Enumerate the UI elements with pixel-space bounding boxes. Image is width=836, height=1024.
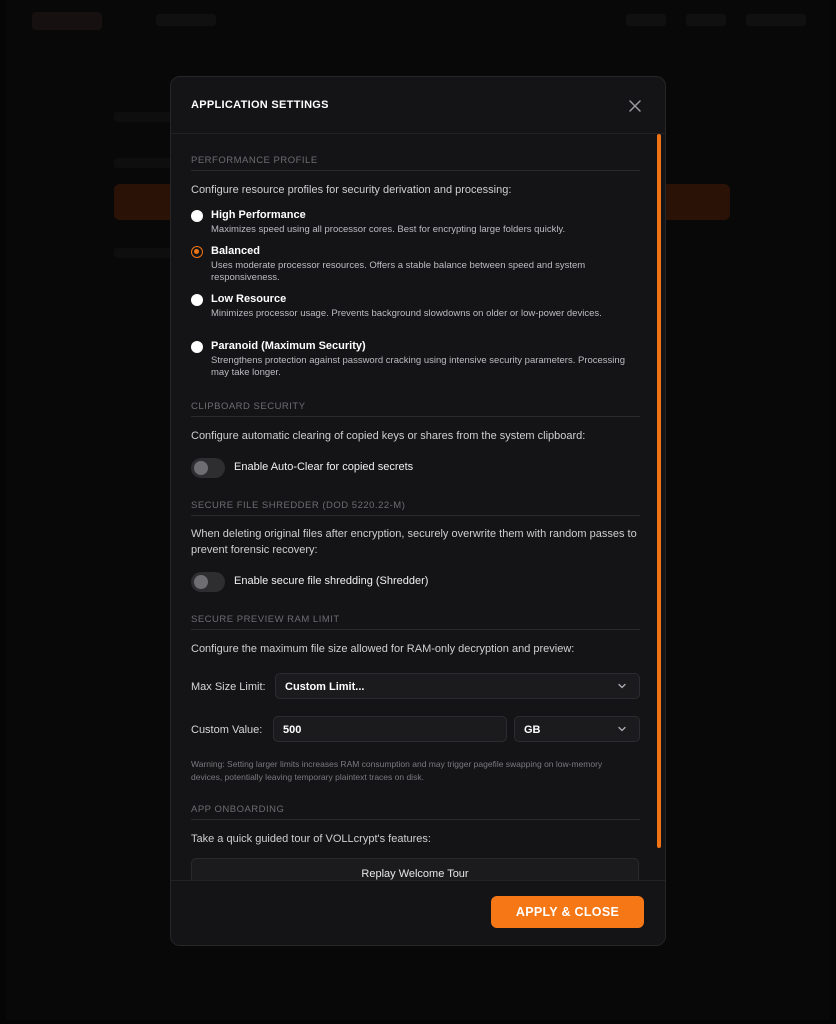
chevron-down-icon	[618, 726, 626, 732]
section-title-shredder: SECURE FILE SHREDDER (DOD 5220.22-M)	[191, 500, 640, 516]
settings-modal: APPLICATION SETTINGS PERFORMANCE PROFILE…	[170, 76, 666, 946]
modal-footer: APPLY & CLOSE	[171, 880, 665, 945]
radio-button[interactable]	[191, 294, 203, 306]
radio-low-resource[interactable]: Low Resource Minimizes processor usage. …	[191, 293, 631, 333]
radio-description: Maximizes speed using all processor core…	[211, 224, 566, 235]
custom-value-label: Custom Value:	[191, 724, 263, 736]
radio-paranoid[interactable]: Paranoid (Maximum Security) Strengthens …	[191, 340, 631, 380]
max-size-select[interactable]: Custom Limit...	[275, 673, 640, 699]
unit-select[interactable]: GB	[514, 716, 640, 742]
radio-balanced[interactable]: Balanced Uses moderate processor resourc…	[191, 245, 631, 285]
custom-value-input[interactable]: 500	[273, 716, 507, 742]
section-title-performance: PERFORMANCE PROFILE	[191, 155, 640, 171]
radio-label: High Performance	[211, 209, 306, 221]
radio-label: Paranoid (Maximum Security)	[211, 340, 366, 352]
background-nav-item	[156, 14, 216, 26]
scrollbar-thumb[interactable]	[657, 134, 661, 848]
shredder-description: When deleting original files after encry…	[191, 528, 637, 556]
modal-header: APPLICATION SETTINGS	[171, 77, 665, 134]
shredder-toggle-row: Enable secure file shredding (Shredder)	[191, 572, 491, 592]
radio-label: Balanced	[211, 245, 260, 257]
radio-button[interactable]	[191, 341, 203, 353]
close-button[interactable]	[627, 98, 643, 114]
replay-button-label: Replay Welcome Tour	[361, 868, 469, 880]
ram-limit-description: Configure the maximum file size allowed …	[191, 643, 575, 655]
modal-body[interactable]: PERFORMANCE PROFILE Configure resource p…	[171, 134, 665, 880]
clipboard-description: Configure automatic clearing of copied k…	[191, 430, 586, 442]
custom-value-text: 500	[283, 724, 302, 736]
ram-warning-text: Warning: Setting larger limits increases…	[191, 759, 603, 782]
section-title-onboarding: APP ONBOARDING	[191, 804, 640, 820]
background-bar-right	[660, 184, 730, 220]
background-logo	[32, 12, 102, 30]
shredder-toggle[interactable]	[191, 572, 225, 592]
close-icon	[629, 100, 641, 112]
scrollbar-track[interactable]	[657, 134, 665, 880]
background-nav-item	[686, 14, 726, 26]
section-title-ram-limit: SECURE PREVIEW RAM LIMIT	[191, 614, 640, 630]
radio-description: Strengthens protection against password …	[211, 355, 625, 378]
radio-button-checked[interactable]	[191, 246, 203, 258]
background-nav-item	[746, 14, 806, 26]
shredder-label: Enable secure file shredding (Shredder)	[234, 575, 429, 587]
onboarding-description: Take a quick guided tour of VOLLcrypt's …	[191, 833, 431, 845]
max-size-label: Max Size Limit:	[191, 681, 266, 693]
background-nav-item	[626, 14, 666, 26]
unit-value: GB	[524, 724, 541, 736]
apply-close-button[interactable]: APPLY & CLOSE	[491, 896, 644, 928]
auto-clear-toggle-row: Enable Auto-Clear for copied secrets	[191, 458, 491, 478]
performance-description: Configure resource profiles for security…	[191, 184, 512, 196]
radio-high-performance[interactable]: High Performance Maximizes speed using a…	[191, 209, 631, 237]
radio-label: Low Resource	[211, 293, 287, 305]
radio-button[interactable]	[191, 210, 203, 222]
auto-clear-label: Enable Auto-Clear for copied secrets	[234, 461, 414, 473]
max-size-value: Custom Limit...	[285, 681, 365, 693]
replay-welcome-tour-button[interactable]: Replay Welcome Tour	[191, 858, 639, 880]
radio-description: Uses moderate processor resources. Offer…	[211, 260, 586, 283]
chevron-down-icon	[618, 683, 626, 689]
modal-title: APPLICATION SETTINGS	[191, 99, 329, 111]
auto-clear-toggle[interactable]	[191, 458, 225, 478]
radio-description: Minimizes processor usage. Prevents back…	[211, 308, 602, 319]
section-title-clipboard: CLIPBOARD SECURITY	[191, 401, 640, 417]
